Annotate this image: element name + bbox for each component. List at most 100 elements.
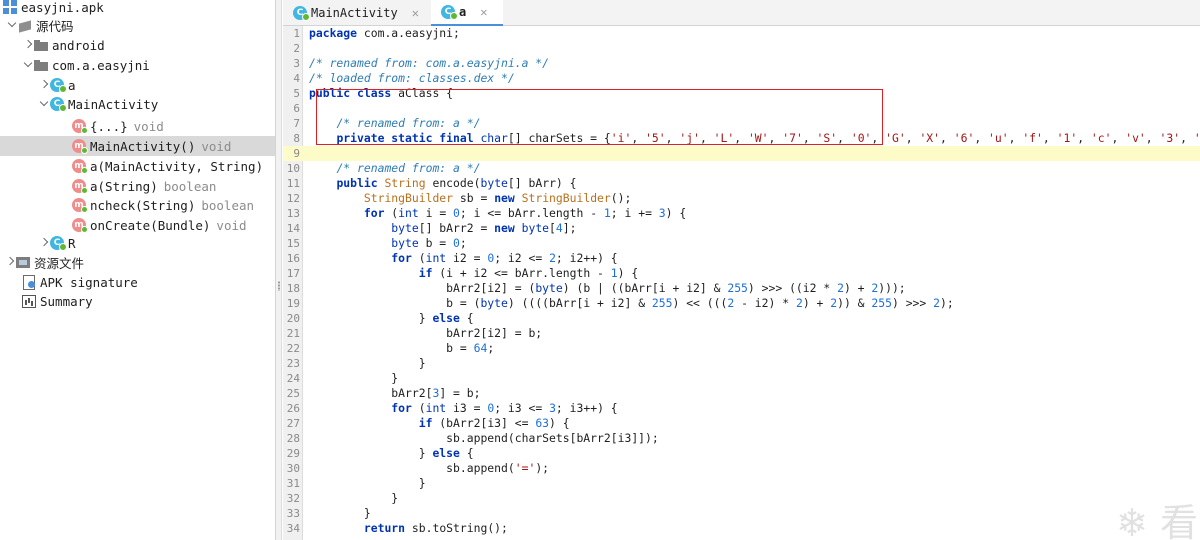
class-icon: C [50,78,67,93]
code-line[interactable]: 32 } [283,491,1200,506]
line-number: 29 [286,447,300,460]
code-line[interactable]: 5 public class aClass { [283,86,1200,101]
code-text: private static final char[] charSets = {… [336,131,1200,145]
tree-source-root[interactable]: 源代码 [0,15,275,35]
chevron-down-icon[interactable] [22,59,34,71]
code-text: byte[] bArr2 = new byte[4]; [391,221,577,235]
chevron-down-icon[interactable] [6,19,18,31]
code-line[interactable]: 10 /* renamed from: a */ [283,161,1200,176]
code-line[interactable]: 21 bArr2[i2] = b; [283,326,1200,341]
code-line[interactable]: 9 [283,146,1200,161]
line-number: 7 [293,117,300,130]
tree-member-selected[interactable]: m MainActivity() void [0,136,275,156]
tree-package-easyjni[interactable]: com.a.easyjni [0,55,275,75]
member-name: {...} [90,118,128,134]
line-number: 5 [293,87,300,100]
code-line[interactable]: 25 bArr2[3] = b; [283,386,1200,401]
code-line[interactable]: 7 /* renamed from: a */ [283,116,1200,131]
tree-member[interactable]: m a(String) boolean [0,176,275,196]
code-text: /* renamed from: com.a.easyjni.a */ [309,56,550,70]
code-line[interactable]: 29 } else { [283,446,1200,461]
code-line[interactable]: 22 b = 64; [283,341,1200,356]
code-text: /* renamed from: a */ [336,116,481,130]
close-icon[interactable]: ✕ [412,6,419,20]
tree-member[interactable]: m ncheck(String) boolean [0,195,275,215]
code-line[interactable]: 1 package com.a.easyjni; [283,26,1200,41]
class-icon: C [441,5,458,20]
member-name: a(MainActivity, String) [90,158,264,174]
chevron-right-icon[interactable] [4,256,16,268]
tree-member[interactable]: m onCreate(Bundle) void [0,215,275,235]
tree-member[interactable]: m a(MainActivity, String) [0,156,275,176]
code-text: return sb.toString(); [363,521,508,535]
line-number: 34 [286,522,300,535]
tree-member[interactable]: m {...} void [0,116,275,136]
code-line[interactable]: 33 } [283,506,1200,521]
code-text: } [309,491,399,505]
tree-class-mainactivity[interactable]: C MainActivity [0,94,275,114]
project-tree: easyjni.apk 源代码 android com.a.easyjni C … [0,0,276,540]
code-line[interactable]: 20 } else { [283,311,1200,326]
tree-apk-signature[interactable]: APK signature [0,272,275,292]
code-line[interactable]: 4 /* loaded from: classes.dex */ [283,71,1200,86]
tree-summary[interactable]: Summary [0,291,275,311]
chevron-down-icon[interactable] [38,98,50,110]
line-number: 4 [293,72,300,85]
code-line[interactable]: 17 if (i + i2 <= bArr.length - 1) { [283,266,1200,281]
code-text: for (int i3 = 0; i3 <= 3; i3++) { [391,401,618,415]
package-icon [34,59,48,71]
code-line[interactable]: 23 } [283,356,1200,371]
code-line[interactable]: 13 for (int i = 0; i <= bArr.length - 1;… [283,206,1200,221]
line-number: 10 [286,162,300,175]
code-line[interactable]: 18 bArr2[i2] = (byte) (b | ((bArr[i + i2… [283,281,1200,296]
code-line[interactable]: 24 } [283,371,1200,386]
code-text: public String encode(byte[] bArr) { [336,176,577,190]
summary-label: Summary [40,293,93,309]
splitter-grip-icon[interactable] [277,281,281,291]
code-text: bArr2[i2] = b; [309,326,543,340]
code-line[interactable]: 16 for (int i2 = 0; i2 <= 2; i2++) { [283,251,1200,266]
tree-class-r[interactable]: C R [0,233,275,253]
code-line[interactable]: 34 return sb.toString(); [283,521,1200,536]
source-root-label: 源代码 [36,18,74,34]
source-folder-icon [18,20,32,32]
pane-splitter[interactable] [276,0,282,540]
apk-icon [3,0,17,14]
code-line[interactable]: 28 sb.append(charSets[bArr2[i3]]); [283,431,1200,446]
package-icon [34,39,48,51]
line-number: 30 [286,462,300,475]
code-line[interactable]: 8 private static final char[] charSets =… [283,131,1200,146]
tab-mainactivity[interactable]: C MainActivity ✕ [283,0,421,26]
code-line[interactable]: 15 byte b = 0; [283,236,1200,251]
code-line[interactable]: 12 StringBuilder sb = new StringBuilder(… [283,191,1200,206]
chevron-right-icon[interactable] [38,237,50,249]
code-line[interactable]: 14 byte[] bArr2 = new byte[4]; [283,221,1200,236]
watermark-logo: ❄ 看 [1116,501,1198,540]
tree-package-android[interactable]: android [0,35,275,55]
tree-class-a[interactable]: C a [0,75,275,95]
code-editor[interactable]: 1 package com.a.easyjni; 2 3/* renamed from… [283,26,1200,540]
tree-resources[interactable]: 资源文件 [0,252,275,272]
line-number: 12 [286,192,300,205]
constructor-icon: m [72,139,88,154]
code-line[interactable]: 11 public String encode(byte[] bArr) { [283,176,1200,191]
code-line[interactable]: 3 /* renamed from: com.a.easyjni.a */ [283,56,1200,71]
code-line[interactable]: 27 if (bArr2[i3] <= 63) { [283,416,1200,431]
code-text: if (i + i2 <= bArr.length - 1) { [418,266,639,280]
class-label: R [68,235,76,251]
line-number: 23 [286,357,300,370]
close-icon[interactable]: ✕ [480,5,487,19]
package-label: android [52,37,105,53]
line-number: 33 [286,507,300,520]
code-line[interactable]: 31 } [283,476,1200,491]
code-line[interactable]: 6 [283,101,1200,116]
code-line[interactable]: 19 b = (byte) ((((bArr[i + i2] & 255) <<… [283,296,1200,311]
code-line[interactable]: 26 for (int i3 = 0; i3 <= 3; i3++) { [283,401,1200,416]
class-icon: C [50,236,67,251]
tab-a[interactable]: C a ✕ [431,0,503,26]
code-line[interactable]: 30 sb.append('='); [283,461,1200,476]
chevron-right-icon[interactable] [38,79,50,91]
code-line[interactable]: 2 [283,41,1200,56]
chevron-right-icon[interactable] [22,39,34,51]
code-text: } [309,506,371,520]
